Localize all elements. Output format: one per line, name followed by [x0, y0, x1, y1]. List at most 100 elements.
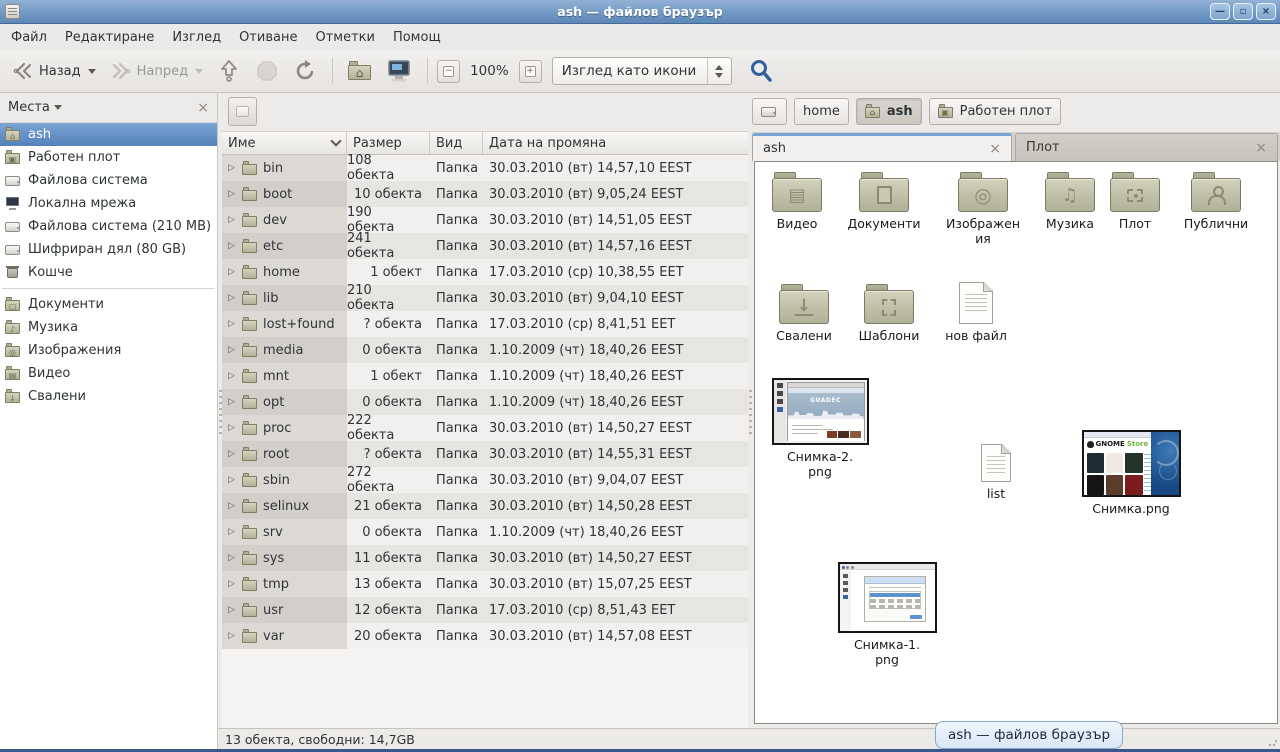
menu-Файл[interactable]: Файл — [2, 27, 56, 48]
icon-item-Снимка-1.png[interactable]: Снимка-1. png — [833, 562, 941, 667]
table-row-root[interactable]: ▷root? обектаПапка30.03.2010 (вт) 14,55,… — [222, 441, 748, 467]
icon-item-Свалени[interactable]: ↓Свалени — [771, 284, 837, 343]
sidebar-item-Шифриран дял (80 GB)[interactable]: Шифриран дял (80 GB) — [0, 238, 217, 261]
expander-icon[interactable]: ▷ — [228, 449, 238, 459]
icon-item-Документи[interactable]: Документи — [835, 172, 933, 231]
expander-icon[interactable]: ▷ — [228, 475, 238, 485]
forward-button[interactable]: Напред — [104, 56, 209, 86]
minimize-button[interactable]: — — [1210, 3, 1230, 20]
search-button[interactable] — [742, 54, 780, 88]
home-button[interactable]: ⌂ — [342, 57, 378, 85]
zoom-in-button[interactable]: + — [519, 60, 542, 83]
pathbar-button-Работен плот[interactable]: ▣Работен плот — [929, 98, 1061, 125]
file-name-cell[interactable]: ▷bin — [222, 155, 347, 181]
tab-close-icon[interactable]: × — [1255, 140, 1267, 156]
pane-location-button[interactable] — [228, 97, 257, 126]
table-row-media[interactable]: ▷media0 обектаПапка1.10.2009 (чт) 18,40,… — [222, 337, 748, 363]
titlebar[interactable]: ash — файлов браузър — ▫ × — [0, 0, 1280, 24]
table-row-selinux[interactable]: ▷selinux21 обектаПапка30.03.2010 (вт) 14… — [222, 493, 748, 519]
file-name-cell[interactable]: ▷home — [222, 259, 347, 285]
icon-item-Шаблони[interactable]: Шаблони — [853, 284, 925, 343]
table-row-bin[interactable]: ▷bin108 обектаПапка30.03.2010 (вт) 14,57… — [222, 155, 748, 181]
expander-icon[interactable]: ▷ — [228, 163, 238, 173]
expander-icon[interactable]: ▷ — [228, 553, 238, 563]
stop-button[interactable] — [249, 55, 285, 87]
sidebar-item-Кошче[interactable]: Кошче — [0, 261, 217, 284]
pathbar-button-ash[interactable]: ⌂ash — [856, 98, 922, 125]
sidebar-item-Файлова система[interactable]: Файлова система — [0, 169, 217, 192]
places-header[interactable]: Места — [8, 100, 50, 115]
sidebar-item-Свалени[interactable]: ↓Свалени — [0, 385, 217, 408]
sidebar-close-icon[interactable]: × — [197, 101, 209, 115]
table-row-sbin[interactable]: ▷sbin272 обектаПапка30.03.2010 (вт) 9,04… — [222, 467, 748, 493]
table-row-lib[interactable]: ▷lib210 обектаПапка30.03.2010 (вт) 9,04,… — [222, 285, 748, 311]
expander-icon[interactable]: ▷ — [228, 189, 238, 199]
table-row-srv[interactable]: ▷srv0 обектаПапка1.10.2009 (чт) 18,40,26… — [222, 519, 748, 545]
view-mode-select[interactable]: Изглед като икони — [552, 57, 732, 85]
computer-button[interactable] — [380, 55, 418, 87]
icon-item-Снимка.png[interactable]: GNOMEStoreСнимка.png — [1075, 430, 1187, 516]
icon-item-Видео[interactable]: ▤Видео — [765, 172, 829, 231]
file-name-cell[interactable]: ▷proc — [222, 415, 347, 441]
places-dropdown-icon[interactable] — [54, 105, 62, 110]
expander-icon[interactable]: ▷ — [228, 605, 238, 615]
table-row-opt[interactable]: ▷opt0 обектаПапка1.10.2009 (чт) 18,40,26… — [222, 389, 748, 415]
up-button[interactable] — [211, 54, 247, 88]
file-name-cell[interactable]: ▷etc — [222, 233, 347, 259]
table-row-tmp[interactable]: ▷tmp13 обектаПапка30.03.2010 (вт) 15,07,… — [222, 571, 748, 597]
sidebar-item-Музика[interactable]: ♪Музика — [0, 316, 217, 339]
table-row-dev[interactable]: ▷dev190 обектаПапка30.03.2010 (вт) 14,51… — [222, 207, 748, 233]
table-row-var[interactable]: ▷var20 обектаПапка30.03.2010 (вт) 14,57,… — [222, 623, 748, 649]
expander-icon[interactable]: ▷ — [228, 215, 238, 225]
sidebar-item-Документи[interactable]: ▢Документи — [0, 293, 217, 316]
menu-Помощ[interactable]: Помощ — [384, 27, 450, 48]
table-row-mnt[interactable]: ▷mnt1 обектПапка1.10.2009 (чт) 18,40,26 … — [222, 363, 748, 389]
icon-item-list[interactable]: list — [967, 444, 1025, 501]
expander-icon[interactable]: ▷ — [228, 397, 238, 407]
column-header-Размер[interactable]: Размер — [347, 132, 430, 154]
tab-Плот[interactable]: Плот× — [1015, 133, 1278, 161]
table-row-sys[interactable]: ▷sys11 обектаПапка30.03.2010 (вт) 14,50,… — [222, 545, 748, 571]
zoom-out-button[interactable]: − — [437, 60, 460, 83]
reload-button[interactable] — [287, 55, 323, 87]
expander-icon[interactable]: ▷ — [228, 267, 238, 277]
menu-Отметки[interactable]: Отметки — [306, 27, 383, 48]
maximize-button[interactable]: ▫ — [1233, 3, 1253, 20]
resize-grip[interactable] — [1268, 737, 1278, 747]
file-name-cell[interactable]: ▷var — [222, 623, 347, 649]
expander-icon[interactable]: ▷ — [228, 631, 238, 641]
menu-Редактиране[interactable]: Редактиране — [56, 27, 163, 48]
sidebar-item-Изображения[interactable]: ◎Изображения — [0, 339, 217, 362]
close-button[interactable]: × — [1256, 3, 1276, 20]
table-row-proc[interactable]: ▷proc222 обектаПапка30.03.2010 (вт) 14,5… — [222, 415, 748, 441]
file-name-cell[interactable]: ▷sbin — [222, 467, 347, 493]
icon-item-Музика[interactable]: ♫Музика — [1037, 172, 1103, 231]
file-name-cell[interactable]: ▷usr — [222, 597, 347, 623]
column-header-Вид[interactable]: Вид — [430, 132, 483, 154]
table-row-lost+found[interactable]: ▷lost+found? обектаПапка17.03.2010 (ср) … — [222, 311, 748, 337]
sidebar-item-Локална мрежа[interactable]: Локална мрежа — [0, 192, 217, 215]
expander-icon[interactable]: ▷ — [228, 423, 238, 433]
expander-icon[interactable]: ▷ — [228, 241, 238, 251]
sidebar-item-Видео[interactable]: ▤Видео — [0, 362, 217, 385]
column-header-Дата на промяна[interactable]: Дата на промяна — [483, 132, 748, 154]
file-name-cell[interactable]: ▷mnt — [222, 363, 347, 389]
tab-ash[interactable]: ash× — [752, 133, 1012, 161]
file-name-cell[interactable]: ▷opt — [222, 389, 347, 415]
expander-icon[interactable]: ▷ — [228, 293, 238, 303]
back-button[interactable]: Назад — [6, 56, 102, 86]
file-name-cell[interactable]: ▷root — [222, 441, 347, 467]
tab-close-icon[interactable]: × — [989, 141, 1001, 157]
expander-icon[interactable]: ▷ — [228, 501, 238, 511]
sidebar-item-Работен плот[interactable]: ▣Работен плот — [0, 146, 217, 169]
file-name-cell[interactable]: ▷media — [222, 337, 347, 363]
pathbar-button-home[interactable]: home — [794, 98, 849, 125]
table-row-usr[interactable]: ▷usr12 обектаПапка17.03.2010 (ср) 8,51,4… — [222, 597, 748, 623]
file-name-cell[interactable]: ▷lost+found — [222, 311, 347, 337]
sidebar-item-Файлова система (210 MB)[interactable]: Файлова система (210 MB) — [0, 215, 217, 238]
expander-icon[interactable]: ▷ — [228, 579, 238, 589]
expander-icon[interactable]: ▷ — [228, 345, 238, 355]
icon-item-Снимка-2.png[interactable]: GUADECСнимка-2. png — [769, 378, 871, 479]
column-header-Име[interactable]: Име — [222, 132, 347, 154]
expander-icon[interactable]: ▷ — [228, 527, 238, 537]
